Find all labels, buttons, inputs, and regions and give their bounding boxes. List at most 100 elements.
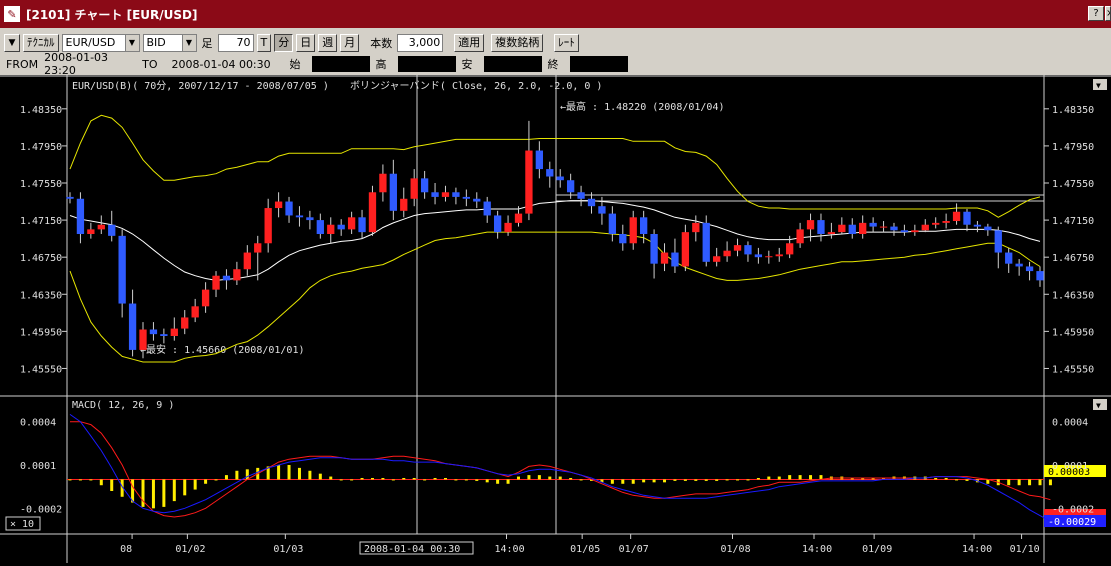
candle-body (879, 226, 888, 228)
candle-body (306, 217, 314, 221)
candle-body (827, 232, 836, 234)
candle-body (546, 169, 554, 177)
side-select-value: BID (146, 36, 166, 49)
chevron-down-icon: ▼ (181, 34, 196, 51)
macd-histogram-bar (68, 479, 72, 481)
macd-histogram-bar (433, 478, 437, 480)
time-tick-label: 01/07 (619, 544, 649, 555)
candle-body (462, 196, 470, 199)
candle-body (838, 224, 846, 233)
candle-body (681, 232, 690, 267)
count-input[interactable]: 3,000 (397, 33, 444, 52)
candle-body (191, 306, 199, 318)
high-value (397, 56, 456, 72)
info-row: FROM 2008-01-03 23:20 TO 2008-01-04 00:3… (0, 51, 1111, 77)
macd-histogram-bar (1038, 479, 1042, 486)
chevron-down-icon: ▼ (1096, 81, 1101, 90)
macd-tick-label-right: 0.0004 (1052, 418, 1088, 429)
period-button-minute[interactable]: 分 (274, 33, 294, 52)
price-tick-label-right: 1.45950 (1052, 327, 1094, 338)
candle-body (400, 198, 408, 211)
macd-histogram-bar (318, 473, 322, 480)
close-price-label: 終 (547, 58, 559, 71)
period-button-t[interactable]: T (256, 33, 272, 52)
macd-histogram-bar (809, 475, 813, 480)
candle-body (493, 215, 502, 233)
chart-svg[interactable]: EUR/USD(B)( 70分, 2007/12/17 - 2008/07/05… (0, 75, 1111, 563)
candle-body (431, 192, 439, 197)
candle-body (389, 173, 397, 211)
toolbar: ▼ ﾃｸﾆｶﾙ EUR/USD ▼ BID ▼ 足 70 T 分 日 週 月 本… (0, 30, 1111, 55)
help-button[interactable]: ? (1088, 6, 1104, 21)
chevron-down-icon: ▼ (1096, 401, 1101, 410)
candle-body (608, 213, 617, 234)
low-label: 安 (461, 58, 473, 71)
candle-body (640, 217, 648, 234)
candle-body (984, 226, 992, 231)
candle-body (660, 252, 669, 264)
bar-period-input[interactable]: 70 (217, 33, 254, 52)
candle-body (765, 256, 773, 258)
macd-histogram-bar (443, 478, 447, 480)
candle-body (66, 196, 74, 199)
to-label: TO (142, 57, 158, 71)
macd-histogram-bar (955, 479, 959, 481)
candle-body (368, 192, 377, 233)
chart-area[interactable]: EUR/USD(B)( 70分, 2007/12/17 - 2008/07/05… (0, 75, 1111, 563)
period-button-day[interactable]: 日 (296, 33, 316, 52)
candle-body (264, 208, 272, 244)
price-tick-label-right: 1.47950 (1052, 142, 1094, 153)
close-button[interactable]: × (1105, 6, 1111, 21)
from-label: FROM (6, 57, 39, 71)
macd-histogram-bar (683, 479, 687, 481)
candle-body (1036, 271, 1044, 281)
macd-histogram-bar (214, 479, 218, 481)
macd-histogram-bar (694, 479, 698, 481)
title-bar[interactable]: ✎ [2101] チャート [EUR/USD] ? × (0, 0, 1111, 28)
high-annotation: ←最高 : 1.48220 (2008/01/04) (560, 100, 725, 113)
candle-body (160, 334, 168, 336)
cursor-time-label: 2008-01-04 00:30 (364, 544, 460, 555)
candle-body (473, 198, 481, 202)
pair-select[interactable]: EUR/USD ▼ (61, 33, 140, 52)
technical-button[interactable]: ﾃｸﾆｶﾙ (23, 33, 59, 52)
macd-histogram-bar (308, 470, 312, 480)
macd-histogram-bar (673, 479, 677, 481)
time-tick-label: 08 (120, 544, 132, 555)
macd-histogram-bar (370, 478, 374, 480)
multi-symbol-button[interactable]: 複数銘柄 (491, 33, 544, 52)
macd-histogram-bar (1048, 479, 1052, 486)
macd-histogram-bar (506, 479, 510, 484)
side-select[interactable]: BID ▼ (142, 33, 197, 52)
macd-histogram-bar (965, 479, 969, 481)
time-tick-label: 01/02 (175, 544, 205, 555)
price-tick-label-right: 1.47550 (1052, 179, 1094, 190)
close-price-value (569, 56, 628, 72)
period-button-month[interactable]: 月 (340, 33, 360, 52)
candle-body (181, 317, 189, 329)
candle-body (222, 275, 231, 281)
macd-histogram-bar (204, 479, 208, 484)
bar-label: 足 (201, 36, 213, 50)
macd-histogram-bar (569, 478, 573, 480)
period-button-week[interactable]: 週 (318, 33, 338, 52)
macd-histogram-bar (777, 476, 781, 480)
price-tick-label-left: 1.45950 (20, 327, 62, 338)
macd-tick-label-left: -0.0002 (20, 504, 62, 515)
rate-button[interactable]: ﾚｰﾄ (554, 33, 579, 52)
time-tick-label: 14:00 (495, 544, 525, 555)
macd-histogram-bar (89, 479, 93, 481)
menu-dropdown-button[interactable]: ▼ (4, 33, 20, 52)
candle-body (577, 192, 585, 199)
macd-tick-label-left: 0.0001 (20, 461, 56, 472)
candle-body (212, 275, 220, 290)
candle-body (848, 224, 856, 234)
candle-body (452, 192, 460, 197)
macd-tick-label-left: 0.0004 (20, 418, 56, 429)
candle-body (921, 224, 929, 231)
candle-body (587, 198, 596, 207)
apply-button[interactable]: 適用 (454, 33, 485, 52)
candle-body (285, 201, 293, 216)
chart-window: ✎ [2101] チャート [EUR/USD] ? × ▼ ﾃｸﾆｶﾙ EUR/… (0, 0, 1111, 563)
macd-histogram-bar (934, 478, 938, 480)
